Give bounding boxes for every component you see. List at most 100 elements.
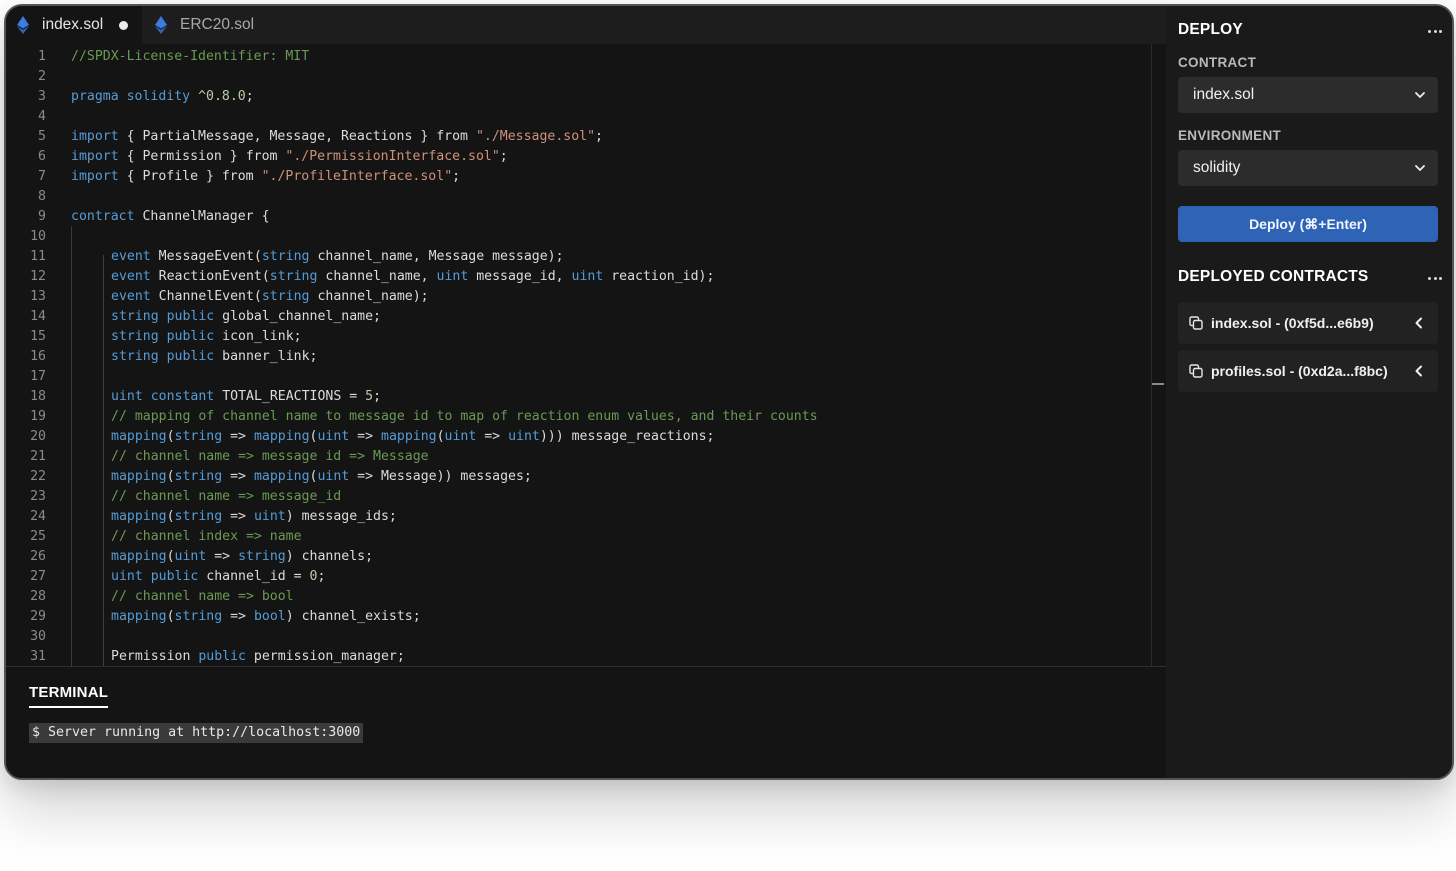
code-line: 13 event ChannelEvent(string channel_name… — [6, 287, 1146, 307]
terminal-title[interactable]: TERMINAL — [29, 684, 109, 708]
line-number: 26 — [30, 549, 46, 564]
unsaved-dot-icon — [119, 20, 129, 30]
code-text: ) message_ids; — [285, 509, 397, 524]
comment: // channel index => name — [111, 529, 302, 544]
code-line: 30 — [6, 627, 1146, 647]
contract-select[interactable]: index.sol — [1178, 77, 1438, 113]
code-text: Permission — [111, 649, 199, 664]
deployed-contract-item[interactable]: profiles.sol - (0xd2a...f8bc) — [1178, 350, 1438, 392]
code-line: 12 event ReactionEvent(string channel_nam… — [6, 267, 1146, 287]
deployed-contract-label: profiles.sol - (0xd2a...f8bc) — [1211, 363, 1388, 379]
keyword: constant — [150, 389, 215, 404]
code-line: 29 mapping(string => bool) channel_exists… — [6, 607, 1146, 627]
code-line: 3 pragma solidity ^0.8.0; — [6, 87, 1146, 107]
code-text: => — [222, 469, 254, 484]
code-text: ( — [166, 609, 175, 624]
chevron-left-icon — [1415, 365, 1422, 377]
keyword: event — [111, 249, 151, 264]
code-text: from — [221, 169, 254, 184]
contract-select-value: index.sol — [1193, 86, 1255, 103]
ide-window: index.sol ERC20.sol 1 //SPDX-License-Iden… — [4, 4, 1454, 780]
code-line: 20 mapping(string => mapping(uint => mapp… — [6, 427, 1146, 447]
code-text: => — [222, 429, 254, 444]
code-text: => — [349, 429, 381, 444]
code-line: 7 import { Profile } from "./ProfileInter… — [6, 167, 1146, 187]
type: string — [261, 289, 310, 304]
type: uint — [571, 269, 604, 284]
code-line: 27 uint public channel_id = 0; — [6, 567, 1146, 587]
type: uint — [111, 389, 143, 404]
vertical-scrollbar[interactable] — [1151, 44, 1152, 666]
line-number: 18 — [30, 389, 46, 404]
keyword: mapping — [253, 429, 310, 444]
line-number: 29 — [30, 609, 46, 624]
tab-bar: index.sol ERC20.sol — [6, 6, 1166, 44]
code-text: { Permission } — [118, 149, 246, 164]
deploy-button[interactable]: Deploy (⌘+Enter) — [1178, 206, 1438, 242]
keyword: public — [166, 309, 215, 324]
code-text: ChannelManager { — [134, 209, 270, 224]
tab-erc20-sol[interactable]: ERC20.sol — [144, 6, 274, 44]
type: string — [174, 509, 223, 524]
code-text: ; — [595, 129, 603, 144]
keyword: public — [150, 569, 199, 584]
line-number: 19 — [30, 409, 46, 424]
keyword: contract — [71, 209, 135, 224]
code-line: 9 contract ChannelManager { — [6, 207, 1146, 227]
line-number: 16 — [30, 349, 46, 364]
type: uint — [253, 509, 286, 524]
comment: // channel name => message id => Message — [111, 449, 429, 464]
code-line: 23 // channel name => message_id — [6, 487, 1146, 507]
environment-select[interactable]: solidity — [1178, 150, 1438, 186]
code-text: message_id, — [468, 269, 572, 284]
type: string — [261, 249, 310, 264]
code-line: 8 — [6, 187, 1146, 207]
deployed-contracts-title: DEPLOYED CONTRACTS — [1178, 268, 1369, 285]
code-text: { Profile } — [118, 169, 222, 184]
line-number: 27 — [30, 569, 46, 584]
type: string — [269, 269, 318, 284]
tab-label: index.sol — [42, 16, 104, 33]
code-text: => — [222, 609, 254, 624]
deploy-button-label: Deploy (⌘+Enter) — [1249, 215, 1367, 232]
chevron-down-icon — [1415, 165, 1425, 171]
deployed-contract-item[interactable]: index.sol - (0xf5d...e6b9) — [1178, 302, 1438, 344]
code-text: MessageEvent( — [150, 249, 262, 264]
code-line: 17 — [6, 367, 1146, 387]
terminal-panel[interactable]: TERMINAL $ Server running at http://loca… — [6, 666, 1166, 778]
keyword: public — [166, 329, 215, 344]
code-text: ) channels; — [285, 549, 374, 564]
more-horizontal-icon[interactable] — [1428, 26, 1442, 36]
more-horizontal-icon[interactable] — [1428, 273, 1442, 283]
code-text: global_channel_name; — [214, 309, 381, 324]
type: bool — [253, 609, 286, 624]
code-line: 31 Permission public permission_manager; — [6, 647, 1146, 666]
code-text: channel_name, — [317, 269, 437, 284]
tab-label: ERC20.sol — [180, 16, 255, 33]
code-line: 6 import { Permission } from "./Permissio… — [6, 147, 1146, 167]
tab-index-sol[interactable]: index.sol — [6, 6, 142, 44]
code-text: permission_manager; — [245, 649, 405, 664]
code-line: 26 mapping(uint => string) channels; — [6, 547, 1146, 567]
code-text: ( — [166, 469, 175, 484]
deployed-contract-label: index.sol - (0xf5d...e6b9) — [1211, 315, 1374, 331]
line-number: 11 — [30, 249, 46, 264]
type: uint — [317, 429, 350, 444]
code-editor[interactable]: 1 //SPDX-License-Identifier: MIT 2 3 pragm… — [6, 44, 1166, 666]
code-text: ; — [499, 149, 508, 164]
copy-icon — [1189, 316, 1203, 330]
code-text: => — [222, 509, 254, 524]
code-text: ( — [166, 549, 175, 564]
environment-label: ENVIRONMENT — [1178, 128, 1282, 143]
code-text: channel_id = — [198, 569, 310, 584]
code-line: 1 //SPDX-License-Identifier: MIT — [6, 47, 1146, 67]
keyword: event — [111, 289, 151, 304]
string: "./ProfileInterface.sol" — [261, 169, 453, 184]
keyword: mapping — [111, 549, 167, 564]
scrollbar-cursor-marker — [1152, 383, 1164, 385]
keyword: mapping — [253, 469, 310, 484]
keyword: public — [166, 349, 215, 364]
line-number: 13 — [30, 289, 46, 304]
line-number: 31 — [30, 649, 46, 664]
keyword: solidity — [126, 89, 191, 104]
